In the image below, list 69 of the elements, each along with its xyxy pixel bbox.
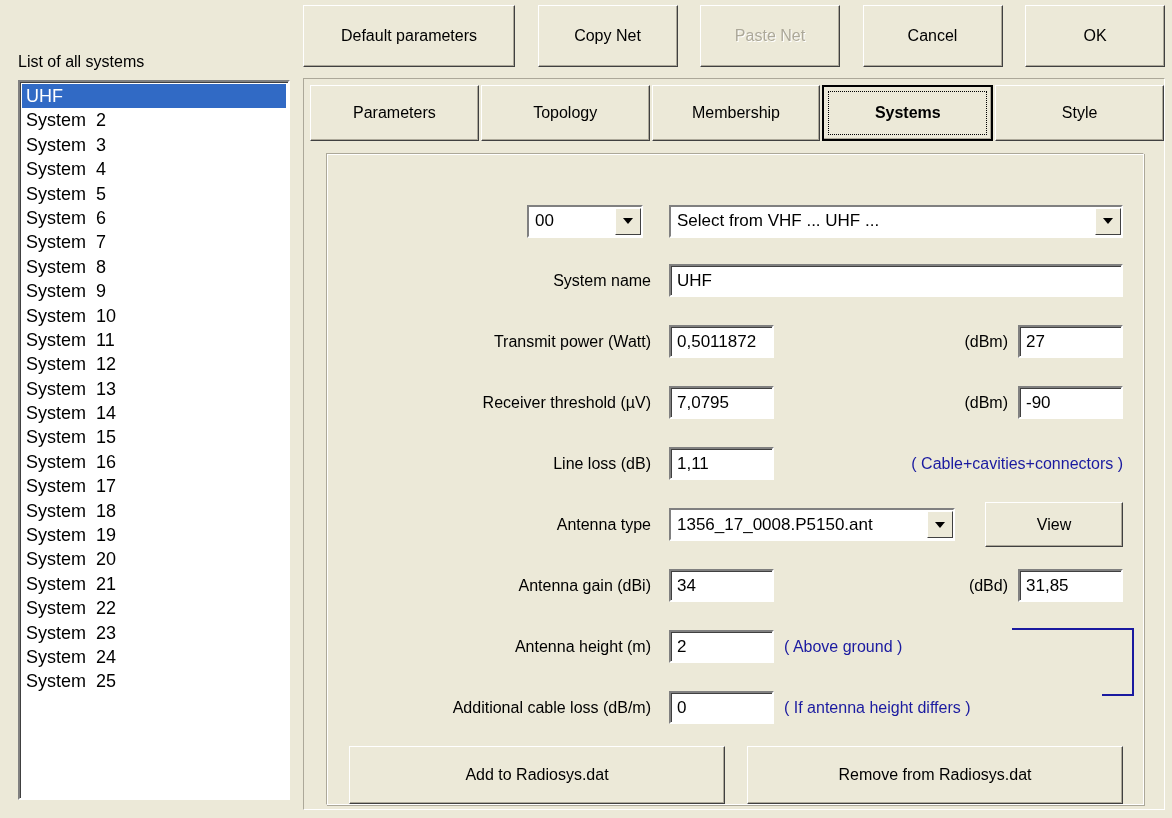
view-button[interactable]: View <box>985 502 1123 547</box>
list-item[interactable]: System 23 <box>22 620 286 645</box>
field-label: Additional cable loss (dB/m) <box>452 698 652 717</box>
list-item[interactable]: System 17 <box>22 474 286 499</box>
list-item[interactable]: System 9 <box>22 279 286 304</box>
caret-icon <box>935 521 945 528</box>
input-field[interactable]: 7,0795 <box>669 386 774 419</box>
toolbar-button[interactable]: Cancel <box>862 5 1003 67</box>
list-item[interactable]: System 22 <box>22 596 286 621</box>
input-field[interactable]: UHF <box>669 264 1123 297</box>
antenna-dropdown[interactable]: 1356_17_0008.P5150.ant <box>669 508 955 541</box>
list-item[interactable]: System 2 <box>22 108 286 133</box>
hint-text: ( Cable+cavities+connectors ) <box>911 454 1123 473</box>
list-item[interactable]: System 25 <box>22 669 286 694</box>
list-item[interactable]: System 10 <box>22 303 286 328</box>
hint-text: ( If antenna height differs ) <box>784 698 971 717</box>
input-field[interactable]: 0,5011872 <box>669 325 774 358</box>
list-item[interactable]: System 15 <box>22 425 286 450</box>
field-label: Transmit power (Watt) <box>493 332 652 351</box>
list-item[interactable]: System 14 <box>22 401 286 426</box>
list-item[interactable]: System 24 <box>22 645 286 670</box>
action-button[interactable]: Add to Radiosys.dat <box>349 746 725 804</box>
unit-label: (dBd) <box>968 576 1008 595</box>
field-label: Antenna type <box>556 515 652 534</box>
list-item[interactable]: System 20 <box>22 547 286 572</box>
list-item[interactable]: System 6 <box>22 205 286 231</box>
list-item[interactable]: System 21 <box>22 571 286 597</box>
unit-label: (dBm) <box>964 393 1008 412</box>
tab[interactable]: Topology <box>480 85 650 141</box>
field-label: Antenna gain (dBi) <box>518 576 652 595</box>
caret-icon <box>1103 218 1113 224</box>
input-field[interactable]: 0 <box>669 691 774 724</box>
input-field[interactable]: 1,11 <box>669 447 774 480</box>
system-dropdown[interactable]: Select from VHF ... UHF ... <box>669 204 1123 238</box>
input-field[interactable]: 31,85 <box>1018 569 1123 602</box>
list-item[interactable]: System 7 <box>22 230 286 255</box>
list-item[interactable]: System 16 <box>22 449 286 475</box>
list-item[interactable]: System 5 <box>22 181 286 206</box>
input-field[interactable]: 2 <box>669 630 774 663</box>
toolbar-button[interactable]: Copy Net <box>537 5 678 67</box>
input-field[interactable]: -90 <box>1018 386 1123 419</box>
list-item[interactable]: System 4 <box>22 157 286 182</box>
field-label: Receiver threshold (µV) <box>482 393 652 412</box>
tab[interactable]: Style <box>995 85 1164 141</box>
list-item[interactable]: UHF <box>22 84 286 109</box>
hint-text: ( Above ground ) <box>784 637 903 656</box>
caret-icon <box>623 218 633 224</box>
field-label: Line loss (dB) <box>553 454 652 473</box>
list-item[interactable]: System 12 <box>22 352 286 377</box>
index-dropdown[interactable]: 00 <box>527 204 643 238</box>
input-field[interactable]: 34 <box>669 569 774 602</box>
tab[interactable]: Systems <box>822 85 994 141</box>
field-label: System name <box>553 271 652 290</box>
tab[interactable]: Parameters <box>310 85 479 141</box>
input-field[interactable]: 27 <box>1018 325 1123 358</box>
field-label: Antenna height (m) <box>514 637 652 656</box>
list-item[interactable]: System 8 <box>22 254 286 280</box>
list-item[interactable]: System 13 <box>22 376 286 402</box>
tab[interactable]: Membership <box>651 85 821 141</box>
action-button[interactable]: Remove from Radiosys.dat <box>747 746 1123 804</box>
list-item[interactable]: System 18 <box>22 498 286 524</box>
list-item[interactable]: System 11 <box>22 327 286 353</box>
toolbar-button[interactable]: OK <box>1025 5 1165 67</box>
list-title: List of all systems <box>18 52 145 72</box>
systems-list[interactable] <box>18 80 290 800</box>
list-item[interactable]: System 19 <box>22 523 286 548</box>
unit-label: (dBm) <box>964 332 1008 351</box>
list-item[interactable]: System 3 <box>22 132 286 158</box>
toolbar-button[interactable]: Default parameters <box>303 5 515 67</box>
